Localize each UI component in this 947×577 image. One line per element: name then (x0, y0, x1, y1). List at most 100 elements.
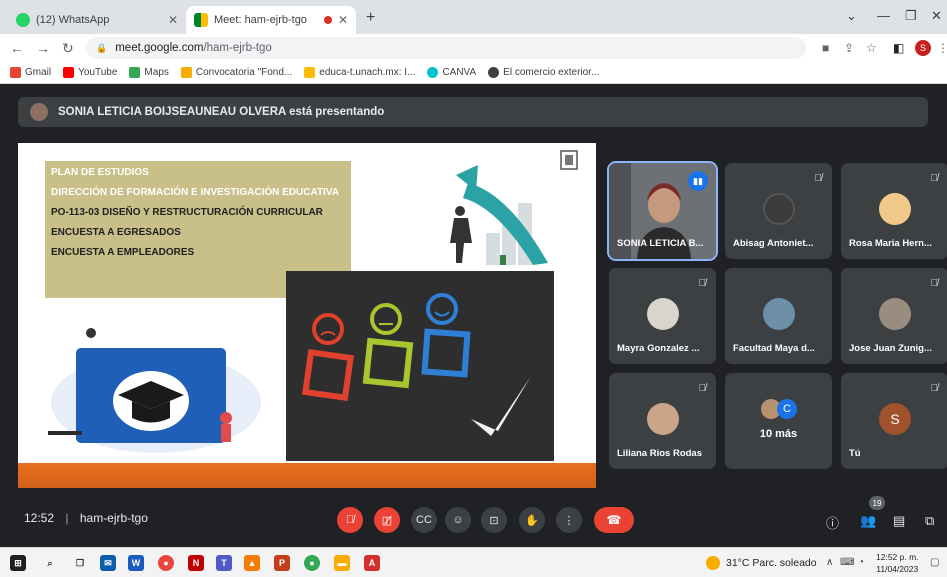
acrobat-icon[interactable]: A (364, 555, 380, 571)
participant-tile[interactable]: ▮▮ SONIA LETICIA B... (607, 161, 718, 261)
participant-tile[interactable]: 🎙̸ Mayra Gonzalez ... (609, 268, 716, 364)
participant-name: Liliana Rios Rodas (617, 448, 702, 459)
tab-meet[interactable]: Meet: ham-ejrb-tgo ✕ (186, 6, 356, 34)
avatar (763, 298, 795, 330)
activities-icon[interactable]: ⧉ (925, 513, 934, 529)
leave-call-button[interactable]: ☎ (594, 507, 634, 533)
participant-tile[interactable]: 🎙̸ Abisag Antoniet... (725, 163, 832, 259)
recording-indicator-icon (323, 16, 332, 24)
word-icon[interactable]: W (128, 555, 144, 571)
camera-off-button[interactable]: ◫̸ (374, 507, 400, 533)
participant-tile[interactable]: 🎙̸ Liliana Rios Rodas (609, 373, 716, 469)
educa-icon (304, 67, 316, 78)
windows-start-icon[interactable]: ⊞ (10, 555, 26, 571)
mic-off-button[interactable]: 🎙̸ (337, 507, 363, 533)
meeting-code: ham-ejrb-tgo (79, 511, 148, 525)
bookmark-canva[interactable]: CANVA (427, 67, 476, 78)
tab-search-icon[interactable]: ⌄ (846, 8, 857, 24)
participant-name: Mayra Gonzalez ... (617, 343, 700, 354)
lock-icon: 🔒 (96, 42, 108, 53)
close-window-button[interactable]: ✕ (931, 8, 942, 24)
captions-button[interactable]: CC (411, 507, 437, 533)
globe-icon (488, 67, 500, 78)
self-tile[interactable]: 🎙̸ S Tú (841, 373, 947, 469)
emoji-button[interactable]: ☺ (445, 507, 471, 533)
meet-icon (194, 13, 208, 27)
tab-strip: (12) WhatsApp ✕ Meet: ham-ejrb-tgo ✕ + ⌄… (0, 0, 947, 34)
profile-avatar[interactable]: S (915, 40, 931, 56)
chat-icon[interactable]: ▤ (893, 513, 905, 529)
avatar (647, 403, 679, 435)
participant-count-badge: 19 (869, 496, 885, 510)
bookmark-star-icon[interactable]: ☆ (866, 41, 877, 55)
bookmark-youtube[interactable]: YouTube (63, 67, 117, 78)
participant-name: Abisag Antoniet... (733, 238, 814, 249)
notifications-icon[interactable]: ▢ (930, 557, 939, 568)
more-count: 10 más (759, 428, 798, 440)
bookmarks-bar: Gmail YouTube Maps Convocatoria "Fond...… (0, 62, 947, 84)
teams-icon[interactable]: T (216, 555, 232, 571)
people-icon[interactable]: 👥 (860, 513, 876, 529)
close-tab-icon[interactable]: ✕ (338, 13, 348, 27)
slide-line: PO-113-03 DISEÑO Y RESTRUCTURACIÓN CURRI… (51, 207, 323, 218)
search-icon[interactable]: ⌕ (42, 555, 58, 571)
satisfaction-graphic (302, 293, 531, 436)
participant-name: Tú (849, 448, 861, 459)
youtube-icon (63, 67, 75, 78)
people-icon (180, 67, 192, 78)
chrome-alt-icon[interactable]: ● (304, 555, 320, 571)
chrome-icon[interactable]: ● (158, 555, 174, 571)
participant-tile[interactable]: 🎙̸ Rosa Maria Hern... (841, 163, 947, 259)
show-hidden-icons[interactable]: ∧ (826, 557, 833, 568)
wifi-icon[interactable]: ◔ (858, 557, 864, 568)
mic-off-icon: 🎙̸ (930, 383, 939, 394)
gmail-icon (10, 67, 21, 78)
back-button[interactable]: ← (10, 40, 24, 56)
file-explorer-icon[interactable]: ▬ (334, 555, 350, 571)
weather-widget[interactable]: 31°C Parc. soleado (706, 556, 817, 570)
address-bar[interactable]: 🔒 meet.google.com/ham-ejrb-tgo (86, 37, 806, 59)
more-participants-tile[interactable]: C 10 más (725, 373, 832, 469)
tab-whatsapp[interactable]: (12) WhatsApp ✕ (8, 6, 186, 34)
share-icon[interactable]: ⇪ (844, 41, 854, 55)
reload-button[interactable]: ↻ (62, 40, 74, 57)
task-view-icon[interactable]: ❐ (72, 555, 88, 571)
notes-icon[interactable]: N (188, 555, 204, 571)
bookmark-gmail[interactable]: Gmail (10, 67, 51, 78)
bookmark-convocatoria[interactable]: Convocatoria "Fond... (180, 67, 292, 78)
slide-line: ENCUESTA A EMPLEADORES (51, 247, 195, 258)
menu-icon[interactable]: ⋮ (937, 41, 947, 55)
forward-button[interactable]: → (36, 40, 50, 56)
vlc-icon[interactable]: ▲ (244, 555, 260, 571)
presentation-slide[interactable]: PLAN DE ESTUDIOS DIRECCIÓN DE FORMACIÓN … (18, 143, 596, 488)
close-tab-icon[interactable]: ✕ (168, 13, 178, 27)
avatar (763, 193, 795, 225)
separator: | (65, 511, 69, 525)
side-panel-icon[interactable]: ◧ (893, 41, 904, 55)
camera-indicator-icon[interactable]: ■ (822, 41, 829, 55)
presenter-banner: SONIA LETICIA BOIJSEAUNEAU OLVERA está p… (18, 97, 928, 127)
browser-toolbar: ← → ↻ 🔒 meet.google.com/ham-ejrb-tgo ■ ⇪… (0, 34, 947, 62)
language-icon[interactable]: ⌨ (840, 557, 854, 568)
avatar: C (777, 399, 797, 419)
present-button[interactable]: ⊡ (481, 507, 507, 533)
new-tab-button[interactable]: + (366, 9, 375, 27)
powerpoint-icon[interactable]: P (274, 555, 290, 571)
more-options-button[interactable]: ⋮ (556, 507, 582, 533)
clock-time: 12:52 p. m. (876, 552, 919, 562)
participant-tile[interactable]: Facultad Maya d... (725, 268, 832, 364)
presenter-text: SONIA LETICIA BOIJSEAUNEAU OLVERA está p… (58, 106, 385, 118)
tab-title: Meet: ham-ejrb-tgo (214, 14, 307, 26)
restore-button[interactable]: ❐ (905, 8, 917, 24)
bookmark-comercio[interactable]: El comercio exterior... (488, 67, 599, 78)
system-clock[interactable]: 12:52 p. m. 11/04/2023 (876, 551, 919, 575)
meeting-info-icon[interactable]: ⓘ (826, 513, 839, 532)
mail-icon[interactable]: ✉ (100, 555, 116, 571)
raise-hand-button[interactable]: ✋ (519, 507, 545, 533)
minimize-button[interactable]: — (877, 8, 890, 23)
participant-tile[interactable]: 🎙̸ Jose Juan Zunig... (841, 268, 947, 364)
bookmark-educa[interactable]: educa-t.unach.mx: I... (304, 67, 415, 78)
bookmark-maps[interactable]: Maps (129, 67, 169, 78)
participant-name: Rosa Maria Hern... (849, 238, 932, 249)
mic-off-icon: 🎙̸ (930, 278, 939, 289)
